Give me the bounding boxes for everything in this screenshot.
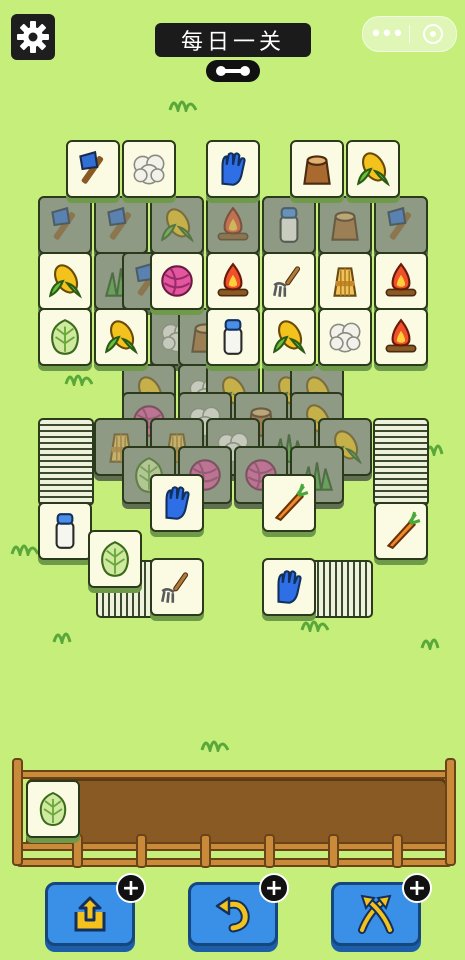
covered-tile [150, 196, 204, 254]
axe-icon [72, 148, 114, 190]
gear-icon [17, 21, 49, 53]
tile-tray [12, 758, 456, 870]
left-tile-stack [38, 418, 94, 506]
game-tile[interactable] [262, 474, 316, 532]
grass-decoration [52, 632, 72, 644]
axe-icon [44, 204, 86, 246]
fork-icon [156, 566, 198, 608]
miniprogram-capsule: ••• [362, 16, 457, 52]
stump-icon [296, 148, 338, 190]
game-tile[interactable] [150, 474, 204, 532]
corn-icon [352, 148, 394, 190]
game-tile[interactable] [318, 252, 372, 310]
settings-button[interactable] [11, 14, 55, 60]
wheat-icon [324, 260, 366, 302]
covered-tile [94, 196, 148, 254]
axe-icon [380, 204, 422, 246]
cotton-icon [324, 316, 366, 358]
more-dots-icon[interactable]: ••• [363, 17, 409, 51]
milk-icon [44, 510, 86, 552]
tray-slot-tile [26, 780, 80, 838]
tray-slots [26, 778, 448, 850]
add-undo-badge[interactable]: + [259, 873, 289, 903]
game-tile[interactable] [122, 140, 176, 198]
milk-icon [268, 204, 310, 246]
game-tile[interactable] [262, 308, 316, 366]
grass-decoration [10, 544, 40, 556]
corn-icon [44, 260, 86, 302]
shuffle-icon [358, 894, 394, 934]
axe-icon [100, 204, 142, 246]
page-title: 每日一关 [155, 23, 311, 57]
right-tile-stack [373, 418, 429, 506]
cabbage-icon [44, 316, 86, 358]
cotton-icon [128, 148, 170, 190]
corn-icon [268, 316, 310, 358]
glove-icon [212, 148, 254, 190]
game-tile[interactable] [290, 140, 344, 198]
glove-icon [156, 482, 198, 524]
yarn-icon [156, 260, 198, 302]
stump-icon [324, 204, 366, 246]
game-tile[interactable] [262, 252, 316, 310]
covered-tile [318, 196, 372, 254]
carrot-icon [380, 510, 422, 552]
game-tile[interactable] [206, 308, 260, 366]
grass-decoration [200, 740, 230, 752]
fire-icon [380, 260, 422, 302]
game-tile[interactable] [206, 140, 260, 198]
game-tile[interactable] [346, 140, 400, 198]
add-move-out-badge[interactable]: + [116, 873, 146, 903]
move-out-icon [74, 896, 106, 932]
move-out-button[interactable]: + [45, 873, 146, 946]
milk-icon [212, 316, 254, 358]
grass-decoration [420, 638, 440, 650]
shuffle-button[interactable]: + [331, 873, 432, 946]
undo-icon [215, 896, 250, 933]
title-pill-decoration [206, 60, 260, 82]
game-tile[interactable] [262, 558, 316, 616]
covered-tile [206, 196, 260, 254]
fire-icon [212, 260, 254, 302]
game-tile[interactable] [374, 308, 428, 366]
covered-tile [374, 196, 428, 254]
game-tile[interactable] [374, 502, 428, 560]
grass-decoration [168, 100, 198, 112]
game-tile[interactable] [66, 140, 120, 198]
game-tile[interactable] [38, 308, 92, 366]
add-shuffle-badge[interactable]: + [402, 873, 432, 903]
grass-decoration [64, 374, 94, 386]
undo-button[interactable]: + [188, 873, 289, 946]
corn-icon [156, 204, 198, 246]
corn-icon [100, 316, 142, 358]
game-tile[interactable] [374, 252, 428, 310]
glove-icon [268, 566, 310, 608]
game-tile[interactable] [88, 530, 142, 588]
game-tile[interactable] [38, 502, 92, 560]
cabbage-icon [94, 538, 136, 580]
game-tile[interactable] [150, 558, 204, 616]
fire-icon [212, 204, 254, 246]
game-tile[interactable] [94, 308, 148, 366]
game-tile[interactable] [38, 252, 92, 310]
cabbage-icon [33, 789, 73, 829]
game-tile[interactable] [150, 252, 204, 310]
fork-icon [268, 260, 310, 302]
game-tile[interactable] [318, 308, 372, 366]
covered-tile [262, 196, 316, 254]
covered-tile [38, 196, 92, 254]
target-circle-icon[interactable] [423, 24, 443, 44]
game-tile[interactable] [206, 252, 260, 310]
fire-icon [380, 316, 422, 358]
carrot-icon [268, 482, 310, 524]
